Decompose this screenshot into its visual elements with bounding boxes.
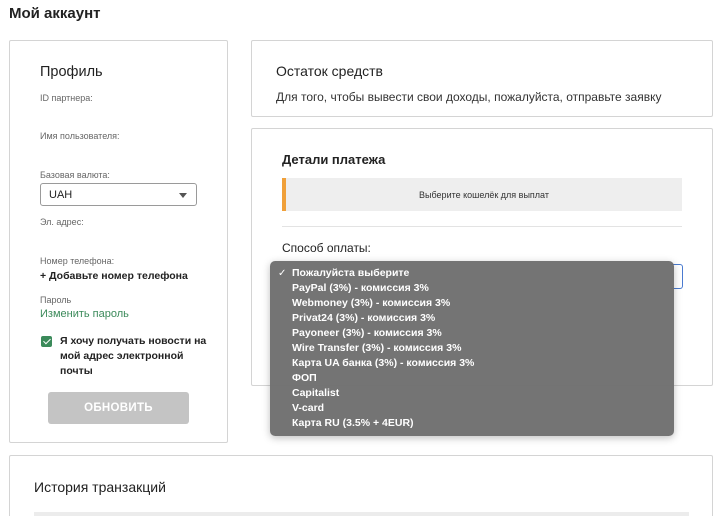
email-label: Эл. адрес: <box>40 217 84 227</box>
balance-text: Для того, чтобы вывести свои доходы, пож… <box>276 90 662 104</box>
dropdown-option[interactable]: V-card <box>270 401 674 416</box>
transactions-title: История транзакций <box>34 479 166 495</box>
partner-id-label: ID партнера: <box>40 93 93 103</box>
currency-select[interactable]: UAH <box>40 183 197 206</box>
dropdown-option[interactable]: ФОП <box>270 371 674 386</box>
username-label: Имя пользователя: <box>40 131 120 141</box>
dropdown-option[interactable]: Capitalist <box>270 386 674 401</box>
change-password-link[interactable]: Изменить пароль <box>40 308 129 320</box>
dropdown-option[interactable]: Privat24 (3%) - комиссия 3% <box>270 311 674 326</box>
dropdown-option[interactable]: Webmoney (3%) - комиссия 3% <box>270 296 674 311</box>
transactions-table-header <box>34 512 689 516</box>
newsletter-option[interactable]: Я хочу получать новости на мой адрес эле… <box>41 334 211 379</box>
profile-title: Профиль <box>40 64 103 80</box>
update-button[interactable]: ОБНОВИТЬ <box>48 392 189 424</box>
newsletter-checkbox[interactable] <box>41 336 52 347</box>
dropdown-option[interactable]: Wire Transfer (3%) - комиссия 3% <box>270 341 674 356</box>
add-phone-link[interactable]: + Добавьте номер телефона <box>40 270 188 282</box>
page-title: Мой аккаунт <box>9 5 101 22</box>
payment-title: Детали платежа <box>282 152 386 167</box>
transactions-card: История транзакций <box>9 455 713 516</box>
balance-title: Остаток средств <box>276 63 383 79</box>
currency-value: UAH <box>49 188 73 201</box>
newsletter-label: Я хочу получать новости на мой адрес эле… <box>60 335 207 377</box>
payment-method-dropdown[interactable]: ✓ Пожалуйста выберите PayPal (3%) - комис… <box>270 261 674 436</box>
profile-card: Профиль ID партнера: Имя пользователя: Б… <box>9 40 228 443</box>
dropdown-option[interactable]: ✓ Пожалуйста выберите <box>270 266 674 281</box>
divider <box>282 226 682 227</box>
payment-method-label: Способ оплаты: <box>282 241 371 255</box>
dropdown-option[interactable]: Карта UA банка (3%) - комиссия 3% <box>270 356 674 371</box>
phone-label: Номер телефона: <box>40 256 115 266</box>
chevron-down-icon <box>179 193 187 198</box>
checkmark-icon: ✓ <box>278 268 287 279</box>
dropdown-option[interactable]: Payoneer (3%) - комиссия 3% <box>270 326 674 341</box>
balance-card: Остаток средств Для того, чтобы вывести … <box>251 40 713 117</box>
dropdown-option[interactable]: Карта RU (3.5% + 4EUR) <box>270 416 674 431</box>
wallet-notice: Выберите кошелёк для выплат <box>282 178 682 211</box>
currency-label: Базовая валюта: <box>40 170 110 180</box>
dropdown-option[interactable]: PayPal (3%) - комиссия 3% <box>270 281 674 296</box>
password-label: Пароль <box>40 295 72 305</box>
